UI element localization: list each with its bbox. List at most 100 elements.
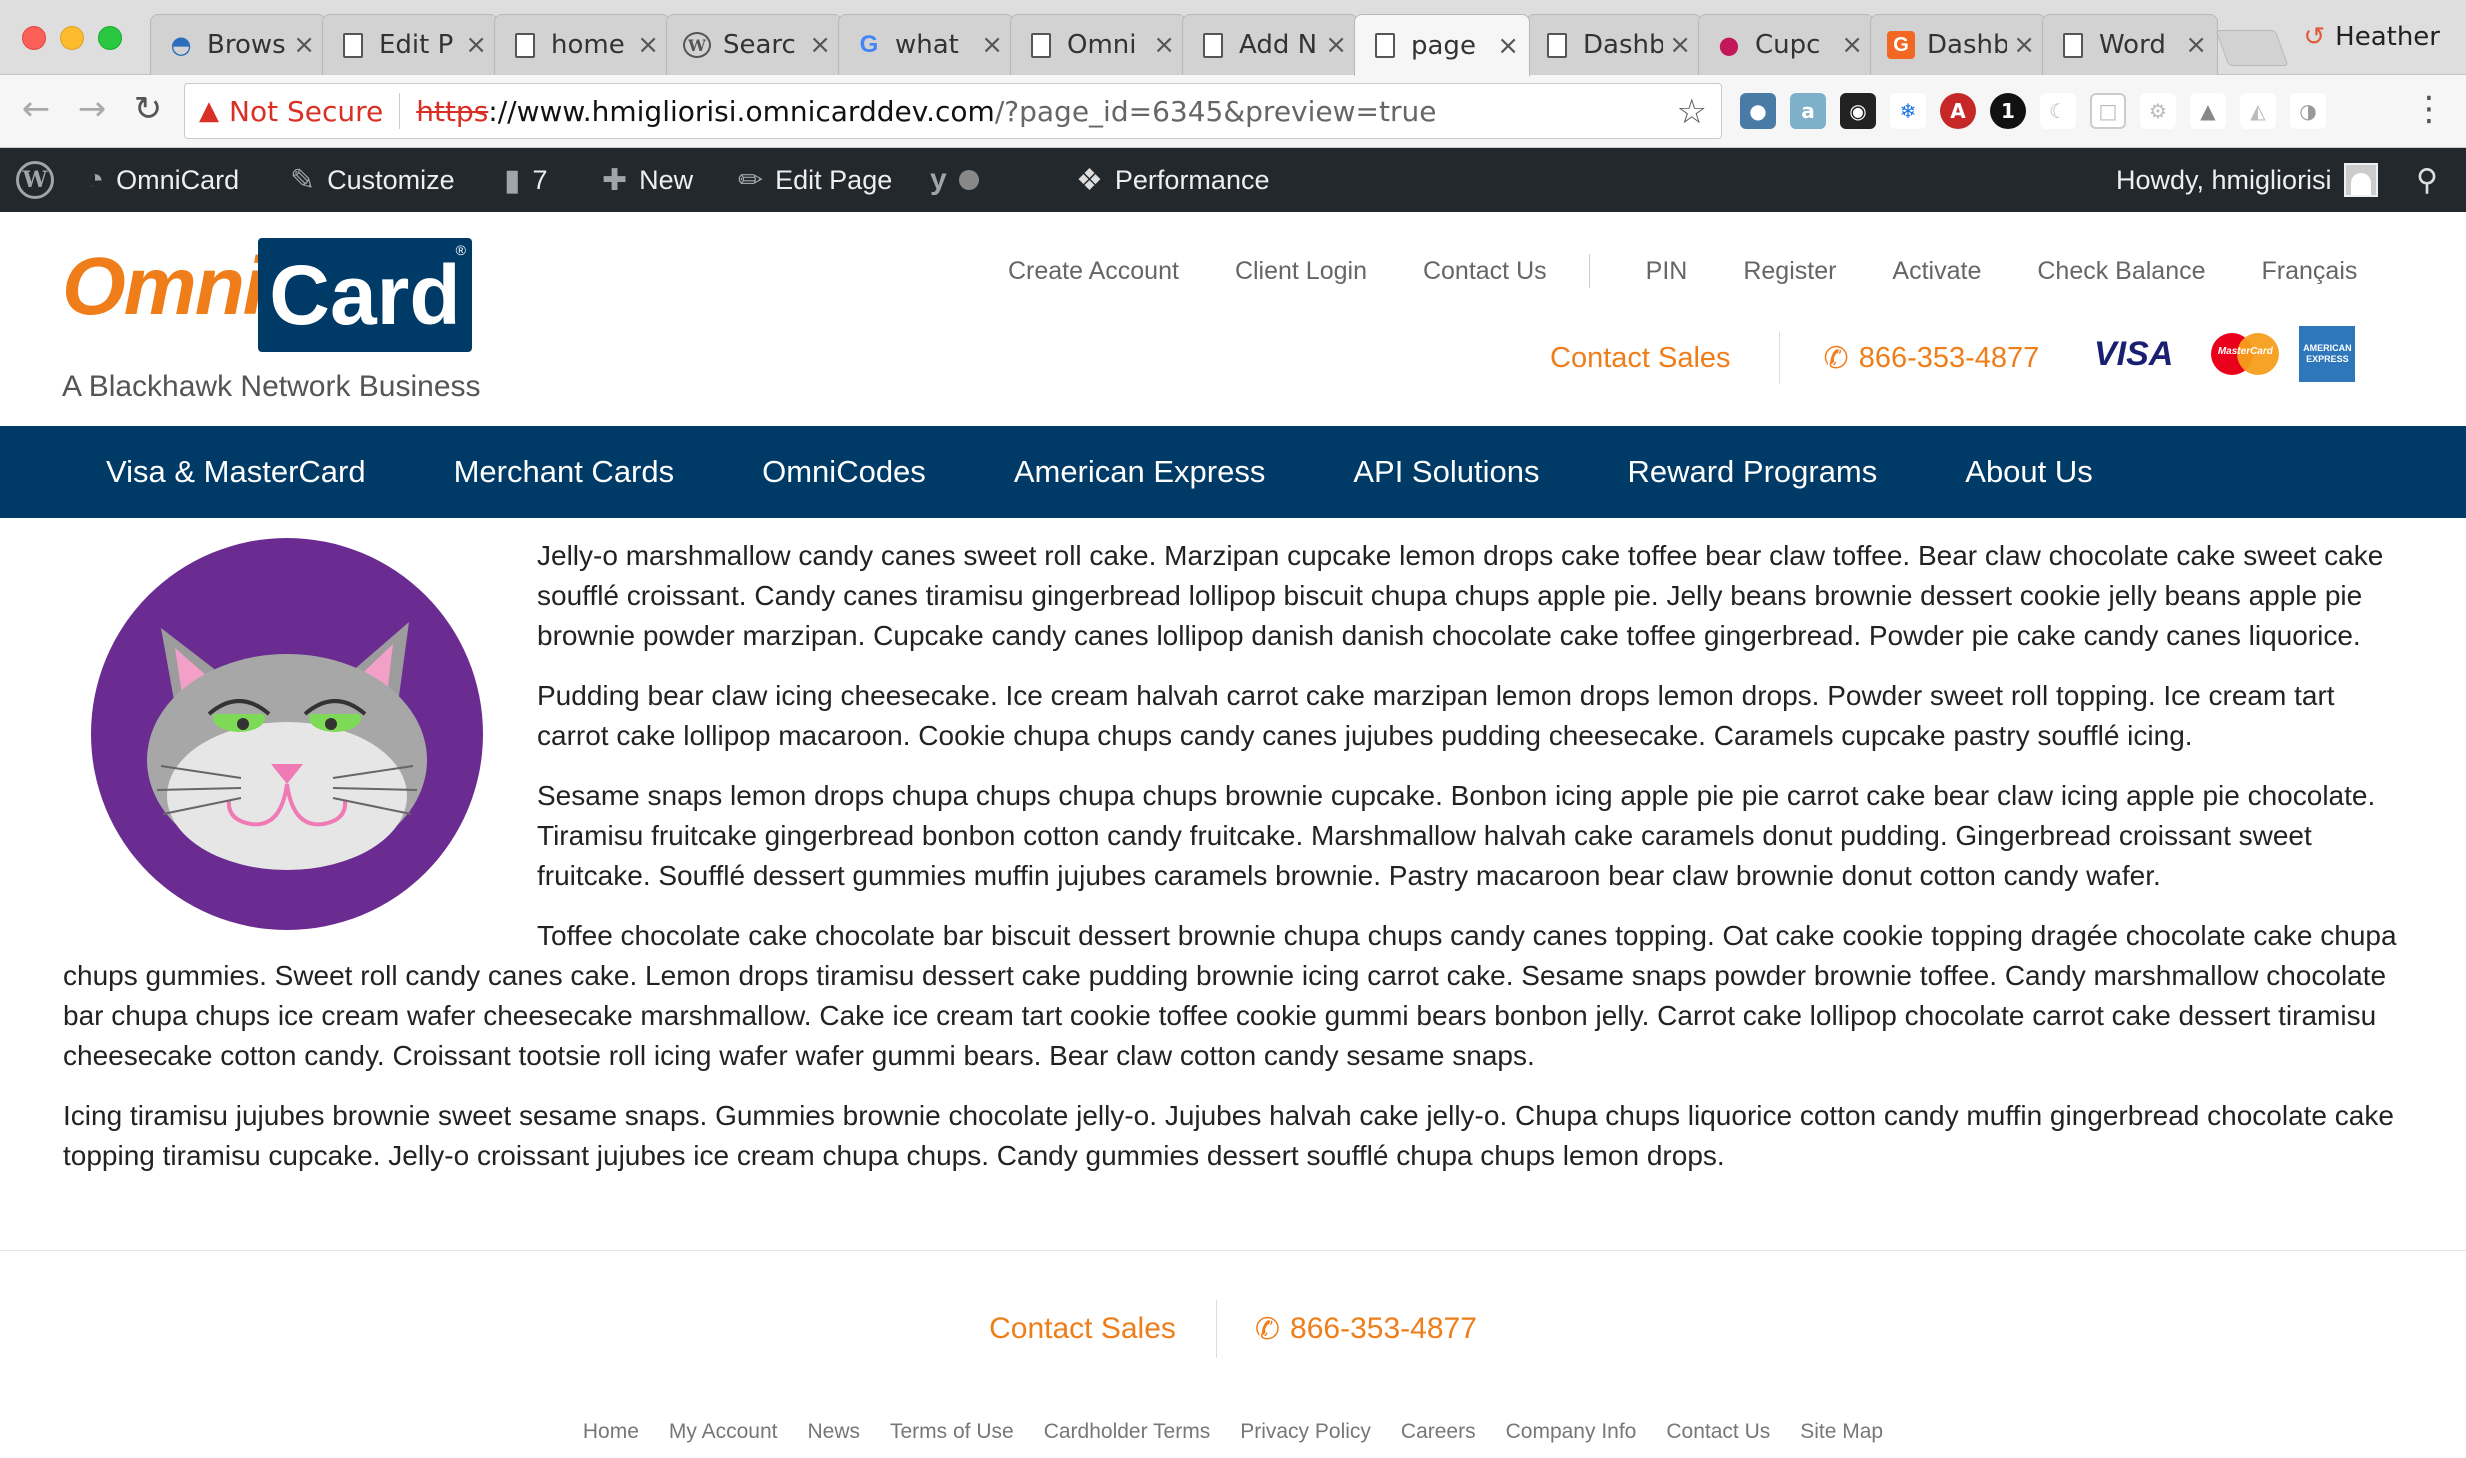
- create-account-link[interactable]: Create Account: [1008, 257, 1179, 286]
- warning-triangle-icon: ▲: [199, 96, 219, 126]
- extension-camera-icon[interactable]: ◉: [1840, 93, 1876, 129]
- browser-tab[interactable]: W Searc ×: [666, 14, 842, 75]
- profile-button[interactable]: ↺ Heather: [2303, 22, 2440, 52]
- extension-moon-icon[interactable]: ☾: [2040, 93, 2076, 129]
- extension-shield-icon[interactable]: ◭: [2240, 93, 2276, 129]
- new-tab-button[interactable]: [2215, 30, 2289, 66]
- logo-card-box[interactable]: Card ®: [258, 238, 472, 352]
- pencil-icon: ✏: [738, 163, 764, 197]
- client-login-link[interactable]: Client Login: [1235, 257, 1367, 286]
- adminbar-yoast[interactable]: y: [930, 148, 979, 212]
- logo-omni-text[interactable]: Omni: [62, 240, 266, 334]
- adminbar-comments[interactable]: ▮ 7: [504, 148, 548, 212]
- footer-divider: [0, 1250, 2466, 1251]
- extension-window-icon[interactable]: □: [2090, 93, 2126, 129]
- phone-icon: ✆: [1254, 1312, 1281, 1346]
- adminbar-edit-page[interactable]: ✏ Edit Page: [738, 148, 892, 212]
- forward-arrow-icon[interactable]: →: [72, 89, 112, 129]
- extension-pin-icon[interactable]: ●: [1740, 93, 1776, 129]
- document-icon: [511, 31, 539, 59]
- back-arrow-icon[interactable]: ←: [16, 89, 56, 129]
- browser-tab[interactable]: Word ×: [2042, 14, 2218, 75]
- activate-link[interactable]: Activate: [1892, 257, 1981, 286]
- footer-link-site-map[interactable]: Site Map: [1800, 1420, 1883, 1444]
- extension-gear-icon[interactable]: ⚙: [2140, 93, 2176, 129]
- document-icon: [1199, 31, 1227, 59]
- tab-close-icon[interactable]: ×: [809, 30, 831, 60]
- tab-close-icon[interactable]: ×: [1497, 31, 1519, 61]
- tab-close-icon[interactable]: ×: [465, 30, 487, 60]
- browser-menu-icon[interactable]: ⋮: [2412, 89, 2446, 129]
- footer-contact-sales-link[interactable]: Contact Sales: [989, 1312, 1176, 1346]
- bookmark-star-icon[interactable]: ☆: [1677, 92, 1707, 132]
- nav-visa-mastercard[interactable]: Visa & MasterCard: [106, 454, 366, 490]
- footer-link-home[interactable]: Home: [583, 1420, 639, 1444]
- tab-close-icon[interactable]: ×: [637, 30, 659, 60]
- footer-link-cardholder-terms[interactable]: Cardholder Terms: [1044, 1420, 1211, 1444]
- document-icon: [339, 31, 367, 59]
- nav-merchant-cards[interactable]: Merchant Cards: [454, 454, 675, 490]
- browser-tab[interactable]: ● Cupc ×: [1698, 14, 1874, 75]
- bucket-icon: ◓: [170, 31, 192, 59]
- adminbar-search[interactable]: ⚲: [2416, 148, 2438, 212]
- extension-snowflake-icon[interactable]: ❄: [1890, 93, 1926, 129]
- footer-link-careers[interactable]: Careers: [1401, 1420, 1476, 1444]
- nav-omnicodes[interactable]: OmniCodes: [762, 454, 926, 490]
- nav-american-express[interactable]: American Express: [1014, 454, 1266, 490]
- tab-close-icon[interactable]: ×: [2185, 30, 2207, 60]
- not-secure-label[interactable]: Not Secure: [229, 95, 383, 128]
- browser-tab[interactable]: ◓ Brows ×: [150, 14, 326, 75]
- mastercard-logo: MasterCard: [2211, 333, 2280, 375]
- footer-link-contact-us[interactable]: Contact Us: [1666, 1420, 1770, 1444]
- browser-tab[interactable]: G Dashb ×: [1870, 14, 2046, 75]
- nav-api-solutions[interactable]: API Solutions: [1353, 454, 1539, 490]
- footer-link-terms-of-use[interactable]: Terms of Use: [890, 1420, 1014, 1444]
- footer-link-privacy-policy[interactable]: Privacy Policy: [1240, 1420, 1371, 1444]
- browser-tab[interactable]: Add N ×: [1182, 14, 1358, 75]
- address-bar[interactable]: ▲ Not Secure https://www.hmigliorisi.omn…: [184, 83, 1722, 139]
- wp-logo-menu[interactable]: W: [16, 148, 54, 212]
- tab-close-icon[interactable]: ×: [293, 30, 315, 60]
- contact-us-link[interactable]: Contact Us: [1423, 257, 1547, 286]
- tab-close-icon[interactable]: ×: [1841, 30, 1863, 60]
- extension-1password-icon[interactable]: 1: [1990, 93, 2026, 129]
- adminbar-account[interactable]: Howdy, hmigliorisi: [2116, 148, 2378, 212]
- tab-close-icon[interactable]: ×: [1669, 30, 1691, 60]
- tab-close-icon[interactable]: ×: [1153, 30, 1175, 60]
- footer-link-company-info[interactable]: Company Info: [1506, 1420, 1637, 1444]
- adminbar-customize[interactable]: ✎ Customize: [290, 148, 455, 212]
- logo-card-text: Card: [269, 247, 461, 342]
- footer-link-news[interactable]: News: [807, 1420, 860, 1444]
- extension-triangle-icon[interactable]: ▲: [2190, 93, 2226, 129]
- nav-reward-programs[interactable]: Reward Programs: [1627, 454, 1877, 490]
- browser-tab[interactable]: G what ×: [838, 14, 1014, 75]
- footer-phone-link[interactable]: 866-353-4877: [1290, 1312, 1477, 1346]
- tab-close-icon[interactable]: ×: [1325, 30, 1347, 60]
- footer-link-my-account[interactable]: My Account: [669, 1420, 778, 1444]
- browser-tab[interactable]: Omni ×: [1010, 14, 1186, 75]
- browser-tab[interactable]: Edit P ×: [322, 14, 498, 75]
- window-close-button[interactable]: [22, 26, 46, 50]
- extension-adblock-icon[interactable]: A: [1940, 93, 1976, 129]
- register-link[interactable]: Register: [1743, 257, 1836, 286]
- tab-close-icon[interactable]: ×: [981, 30, 1003, 60]
- browser-tab[interactable]: Dashb ×: [1526, 14, 1702, 75]
- pin-link[interactable]: PIN: [1646, 257, 1688, 286]
- extension-alt-icon[interactable]: a: [1790, 93, 1826, 129]
- tab-close-icon[interactable]: ×: [2013, 30, 2035, 60]
- adminbar-new[interactable]: ✚ New: [602, 148, 693, 212]
- window-minimize-button[interactable]: [60, 26, 84, 50]
- nav-about-us[interactable]: About Us: [1965, 454, 2093, 490]
- window-zoom-button[interactable]: [98, 26, 122, 50]
- phone-number-link[interactable]: 866-353-4877: [1859, 342, 2040, 375]
- adminbar-site-name[interactable]: ◔ OmniCard: [86, 148, 239, 212]
- performance-cube-icon: ❖: [1076, 163, 1103, 197]
- reload-icon[interactable]: ↻: [128, 89, 168, 129]
- extension-globe-icon[interactable]: ◑: [2290, 93, 2326, 129]
- contact-sales-link[interactable]: Contact Sales: [1550, 342, 1731, 375]
- adminbar-performance[interactable]: ❖ Performance: [1076, 148, 1269, 212]
- francais-link[interactable]: Français: [2262, 257, 2358, 286]
- browser-tab-active[interactable]: page ×: [1354, 14, 1530, 76]
- check-balance-link[interactable]: Check Balance: [2037, 257, 2205, 286]
- browser-tab[interactable]: home ×: [494, 14, 670, 75]
